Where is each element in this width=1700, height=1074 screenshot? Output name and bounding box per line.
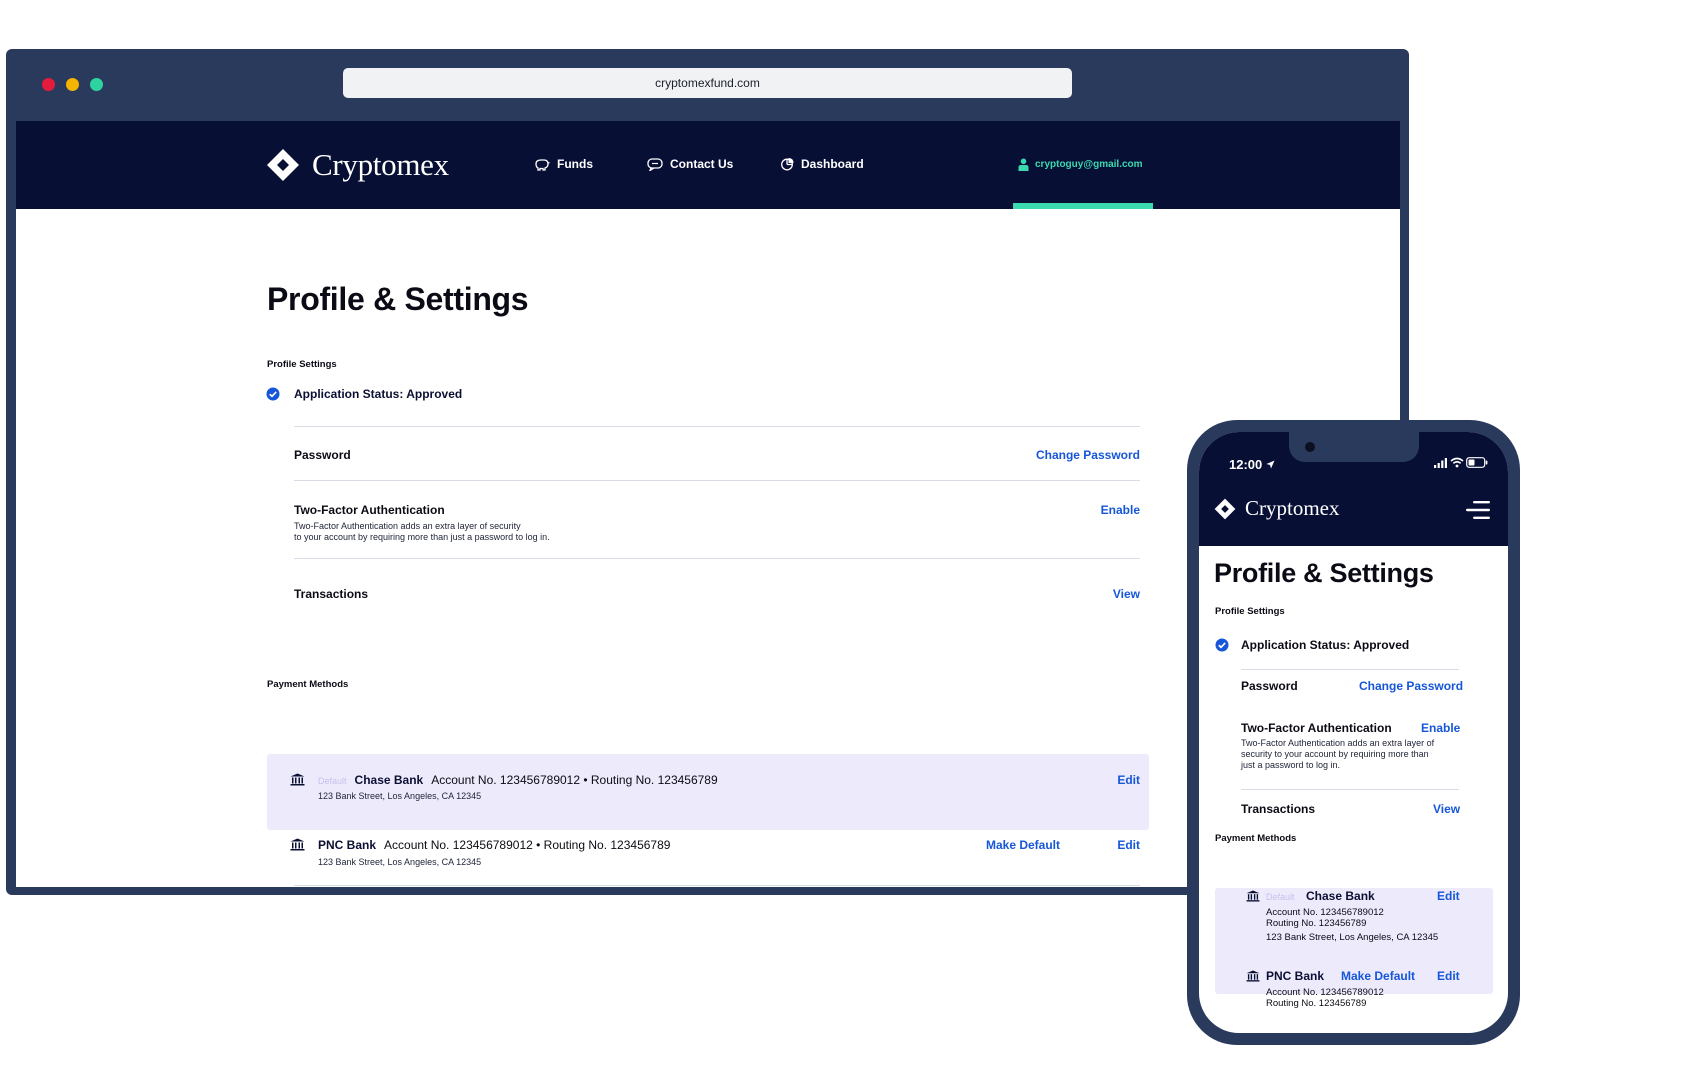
bank-address: 123 Bank Street, Los Angeles, CA 12345	[1266, 932, 1439, 943]
bank-icon	[1246, 890, 1260, 902]
chat-bubble-icon	[647, 157, 663, 171]
edit-chase-link[interactable]: Edit	[1437, 889, 1460, 903]
application-status-text: Application Status: Approved	[1241, 638, 1410, 652]
bank-icon	[290, 773, 305, 786]
user-email: cryptoguy@gmail.com	[1035, 159, 1143, 170]
profile-settings-heading: Profile Settings	[1215, 606, 1285, 617]
page-title: Profile & Settings	[1214, 558, 1434, 588]
routing-number: Routing No. 123456789	[1266, 998, 1367, 1009]
divider	[1241, 669, 1459, 670]
profile-settings-heading: Profile Settings	[267, 359, 337, 370]
bank-icon	[1246, 970, 1260, 982]
account-number: Account No. 123456789012 • Routing No. 1…	[384, 838, 671, 852]
routing-number: Routing No. 123456789	[1266, 918, 1367, 929]
bank-address: 123 Bank Street, Los Angeles, CA 12345	[318, 857, 482, 867]
status-bar-time: 12:00	[1229, 457, 1275, 472]
bank-name: PNC Bank	[1266, 969, 1325, 983]
nav-dashboard[interactable]: Dashboard	[780, 157, 864, 171]
maximize-window-dot[interactable]	[90, 78, 103, 91]
window-controls	[42, 78, 103, 91]
chase-bank-details: Default Chase Bank Account No. 123456789…	[318, 773, 718, 787]
check-circle-icon	[1215, 638, 1229, 652]
edit-pnc-link[interactable]: Edit	[1070, 838, 1140, 852]
front-camera	[1305, 442, 1315, 452]
pnc-bank-details: PNC Bank Account No. 123456789012 • Rout…	[318, 838, 670, 852]
edit-pnc-link[interactable]: Edit	[1437, 969, 1460, 983]
view-transactions-link[interactable]: View	[1433, 802, 1460, 816]
divider	[294, 885, 1140, 886]
bank-icon	[290, 838, 305, 851]
hamburger-menu-icon[interactable]	[1465, 500, 1491, 520]
piggy-bank-icon	[535, 158, 550, 171]
diamond-logo-icon	[267, 149, 299, 181]
application-status: Application Status: Approved	[266, 387, 462, 401]
user-icon	[1018, 158, 1029, 171]
page-title: Profile & Settings	[267, 281, 529, 317]
two-factor-label: Two-Factor Authentication	[294, 503, 445, 517]
address-bar[interactable]: cryptomexfund.com	[343, 68, 1072, 98]
top-navigation: Cryptomex Funds Contact Us Dashboard cry…	[16, 121, 1400, 209]
two-factor-description-line2: to your account by requiring more than j…	[294, 532, 550, 542]
status-bar-time-text: 12:00	[1229, 457, 1263, 472]
active-nav-indicator	[1013, 203, 1153, 209]
brand-logo[interactable]: Cryptomex	[266, 147, 449, 183]
transactions-label: Transactions	[1241, 802, 1316, 816]
password-label: Password	[294, 448, 351, 462]
signal-icon	[1434, 458, 1447, 468]
make-default-link[interactable]: Make Default	[950, 838, 1060, 852]
brand-name: Cryptomex	[1245, 496, 1340, 520]
payment-methods-heading: Payment Methods	[267, 679, 349, 690]
enable-two-factor-link[interactable]: Enable	[1040, 503, 1140, 517]
default-tag: Default	[1266, 892, 1295, 902]
bank-address: 123 Bank Street, Los Angeles, CA 12345	[318, 791, 482, 801]
default-tag: Default	[318, 776, 347, 786]
user-account-menu[interactable]: cryptoguy@gmail.com	[1018, 158, 1143, 171]
wifi-icon	[1450, 457, 1464, 468]
phone-brand-logo[interactable]: Cryptomex	[1214, 496, 1340, 521]
payment-methods-heading: Payment Methods	[1215, 833, 1297, 844]
view-transactions-link[interactable]: View	[1040, 587, 1140, 601]
battery-icon	[1466, 457, 1488, 468]
bank-name: PNC Bank	[318, 838, 377, 852]
change-password-link[interactable]: Change Password	[1000, 448, 1140, 462]
two-factor-description-line1: Two-Factor Authentication adds an extra …	[1241, 738, 1435, 748]
divider	[294, 558, 1140, 559]
minimize-window-dot[interactable]	[66, 78, 79, 91]
close-window-dot[interactable]	[42, 78, 55, 91]
transactions-label: Transactions	[294, 587, 369, 601]
nav-contact-us-label: Contact Us	[670, 157, 734, 171]
divider	[1241, 789, 1459, 790]
divider	[294, 480, 1140, 481]
bank-name: Chase Bank	[1306, 889, 1375, 903]
two-factor-label: Two-Factor Authentication	[1241, 721, 1392, 735]
nav-funds-label: Funds	[557, 157, 593, 171]
application-status-text: Application Status: Approved	[294, 387, 463, 401]
bank-name: Chase Bank	[354, 773, 424, 787]
change-password-link[interactable]: Change Password	[1359, 679, 1463, 693]
brand-name: Cryptomex	[312, 147, 449, 182]
nav-contact-us[interactable]: Contact Us	[647, 157, 733, 171]
phone-mockup: 12:00 Cryptomex Profile & Settings Profi…	[1187, 420, 1520, 1045]
enable-two-factor-link[interactable]: Enable	[1421, 721, 1460, 735]
location-arrow-icon	[1266, 460, 1275, 469]
make-default-link[interactable]: Make Default	[1341, 969, 1415, 983]
check-circle-icon	[266, 387, 280, 401]
account-number: Account No. 123456789012	[1266, 987, 1384, 998]
two-factor-description-line1: Two-Factor Authentication adds an extra …	[294, 521, 521, 531]
two-factor-description-line3: just a password to log in.	[1241, 760, 1341, 770]
two-factor-description-line2: security to your account by requiring mo…	[1241, 749, 1429, 759]
divider	[294, 426, 1140, 427]
edit-chase-link[interactable]: Edit	[1070, 773, 1140, 787]
account-number: Account No. 123456789012	[1266, 907, 1384, 918]
account-number: Account No. 123456789012 • Routing No. 1…	[431, 773, 718, 787]
phone-screen: 12:00 Cryptomex Profile & Settings Profi…	[1199, 432, 1508, 1033]
pie-chart-icon	[781, 158, 794, 171]
nav-funds[interactable]: Funds	[534, 157, 593, 171]
diamond-logo-icon	[1214, 498, 1236, 519]
password-label: Password	[1241, 679, 1298, 693]
nav-dashboard-label: Dashboard	[801, 157, 864, 171]
